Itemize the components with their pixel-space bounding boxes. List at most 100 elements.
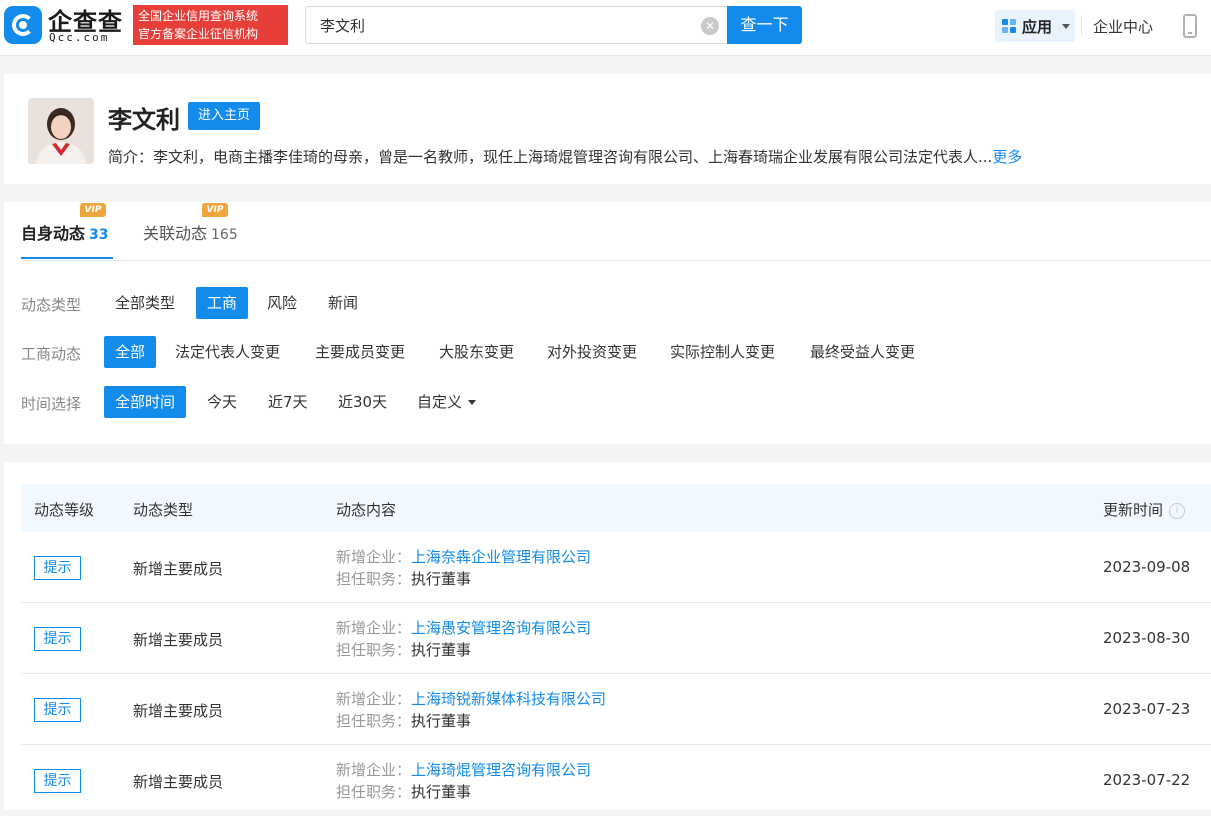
tab-count: 33 — [89, 227, 109, 243]
role-value: 执行董事 — [411, 570, 472, 588]
profile-card: 李文利 进入主页 简介：李文利，电商主播李佳琦的母亲，曾是一名教师，现任上海琦焜… — [4, 74, 1211, 184]
chip-investment-change[interactable]: 对外投资变更 — [536, 336, 648, 368]
col-level: 动态等级 — [34, 501, 95, 519]
row-date: 2023-07-23 — [1103, 700, 1191, 718]
chip-last-7-days[interactable]: 近7天 — [257, 386, 319, 418]
row-date: 2023-08-30 — [1103, 629, 1191, 647]
filter-label-type: 动态类型 — [21, 296, 82, 314]
qcc-logo-icon[interactable] — [4, 6, 42, 44]
tab-self-updates[interactable]: 自身动态 33 — [21, 220, 109, 244]
chevron-down-icon — [468, 400, 477, 405]
role-key: 担任职务： — [336, 570, 412, 588]
active-tab-indicator — [21, 257, 113, 259]
vip-badge: VIP — [202, 203, 228, 217]
chevron-down-icon — [1062, 24, 1070, 29]
filter-panel: 自身动态 33 VIP 关联动态 165 VIP 动态类型 全部类型 工商 风险 新… — [4, 202, 1211, 444]
chip-all-types[interactable]: 全部类型 — [104, 287, 186, 319]
mobile-phone-icon[interactable] — [1183, 14, 1197, 38]
vip-badge: VIP — [80, 203, 106, 217]
chip-beneficiary-change[interactable]: 最终受益人变更 — [799, 336, 926, 368]
company-key: 新增企业： — [336, 690, 412, 708]
row-type: 新增主要成员 — [133, 631, 224, 649]
table-header: 动态等级 动态类型 动态内容 更新时间 i — [21, 484, 1211, 532]
level-badge: 提示 — [34, 698, 81, 722]
col-update-time-label: 更新时间 — [1103, 501, 1164, 519]
role-key: 担任职务： — [336, 641, 412, 659]
intro-text: 简介：李文利，电商主播李佳琦的母亲，曾是一名教师，现任上海琦焜管理咨询有限公司、… — [108, 148, 993, 166]
row-type: 新增主要成员 — [133, 773, 224, 791]
top-navbar: 企查查 Qcc.com 全国企业信用查询系统 官方备案企业征信机构 ✕ 查一下 … — [0, 0, 1211, 56]
row-type: 新增主要成员 — [133, 560, 224, 578]
row-date: 2023-07-22 — [1103, 771, 1191, 789]
chip-major-shareholder-change[interactable]: 大股东变更 — [428, 336, 525, 368]
company-link[interactable]: 上海愚安管理咨询有限公司 — [411, 619, 591, 637]
role-value: 执行董事 — [411, 712, 472, 730]
chip-biz-all[interactable]: 全部 — [104, 336, 157, 368]
table-row[interactable]: 提示 新增主要成员 新增企业：上海琦焜管理咨询有限公司 担任职务：执行董事 20… — [21, 745, 1211, 816]
col-content: 动态内容 — [336, 501, 397, 519]
search-box: ✕ — [305, 6, 727, 44]
role-key: 担任职务： — [336, 783, 412, 801]
chip-custom-range[interactable]: 自定义 — [406, 386, 487, 418]
header-divider — [1081, 16, 1082, 36]
chip-all-time[interactable]: 全部时间 — [104, 386, 187, 418]
chip-risk[interactable]: 风险 — [256, 287, 308, 319]
level-badge: 提示 — [34, 627, 81, 651]
company-key: 新增企业： — [336, 761, 412, 779]
row-role-line: 担任职务：执行董事 — [336, 568, 471, 589]
role-value: 执行董事 — [411, 641, 472, 659]
role-value: 执行董事 — [411, 783, 472, 801]
slogan-line-2: 官方备案企业征信机构 — [138, 27, 259, 41]
filter-label-business: 工商动态 — [21, 345, 82, 363]
table-row[interactable]: 提示 新增主要成员 新增企业：上海愚安管理咨询有限公司 担任职务：执行董事 20… — [21, 603, 1211, 674]
tab-label: 自身动态 — [21, 224, 86, 243]
company-link[interactable]: 上海琦焜管理咨询有限公司 — [411, 761, 591, 779]
profile-intro: 简介：李文利，电商主播李佳琦的母亲，曾是一名教师，现任上海琦焜管理咨询有限公司、… — [108, 146, 1022, 167]
intro-more-link[interactable]: 更多 — [992, 148, 1022, 166]
search-button[interactable]: 查一下 — [727, 6, 802, 44]
row-company-line: 新增企业：上海奈犇企业管理有限公司 — [336, 546, 591, 567]
tab-divider — [21, 260, 1211, 261]
tab-count: 165 — [211, 227, 238, 243]
app-menu-label: 应用 — [1022, 18, 1053, 36]
chip-controller-change[interactable]: 实际控制人变更 — [659, 336, 786, 368]
custom-range-label: 自定义 — [417, 393, 463, 411]
chip-key-member-change[interactable]: 主要成员变更 — [304, 336, 416, 368]
tab-label: 关联动态 — [143, 224, 208, 243]
table-row[interactable]: 提示 新增主要成员 新增企业：上海奈犇企业管理有限公司 担任职务：执行董事 20… — [21, 532, 1211, 603]
logo-domain: Qcc.com — [49, 31, 110, 44]
slogan-line-1: 全国企业信用查询系统 — [138, 9, 259, 23]
go-homepage-button[interactable]: 进入主页 — [188, 102, 261, 130]
avatar — [28, 98, 94, 164]
row-company-line: 新增企业：上海琦焜管理咨询有限公司 — [336, 759, 591, 780]
chip-legal-rep-change[interactable]: 法定代表人变更 — [164, 336, 291, 368]
table-row[interactable]: 提示 新增主要成员 新增企业：上海琦锐新媒体科技有限公司 担任职务：执行董事 2… — [21, 674, 1211, 745]
row-role-line: 担任职务：执行董事 — [336, 781, 471, 802]
company-link[interactable]: 上海奈犇企业管理有限公司 — [411, 548, 591, 566]
row-date: 2023-09-08 — [1103, 558, 1191, 576]
company-key: 新增企业： — [336, 548, 412, 566]
company-link[interactable]: 上海琦锐新媒体科技有限公司 — [411, 690, 606, 708]
person-name: 李文利 — [108, 106, 180, 134]
row-role-line: 担任职务：执行董事 — [336, 710, 471, 731]
level-badge: 提示 — [34, 556, 81, 580]
tab-related-updates[interactable]: 关联动态 165 — [143, 220, 238, 244]
chip-business[interactable]: 工商 — [196, 287, 249, 319]
chip-last-30-days[interactable]: 近30天 — [327, 386, 398, 418]
search-input[interactable] — [320, 15, 680, 35]
chip-today[interactable]: 今天 — [196, 386, 248, 418]
app-menu-button[interactable]: 应用 — [995, 10, 1075, 42]
chip-news[interactable]: 新闻 — [317, 287, 369, 319]
app-grid-icon — [1002, 19, 1016, 33]
col-type: 动态类型 — [133, 501, 194, 519]
col-update-time: 更新时间 i — [1103, 499, 1186, 520]
company-key: 新增企业： — [336, 619, 412, 637]
info-icon[interactable]: i — [1169, 502, 1186, 519]
row-company-line: 新增企业：上海愚安管理咨询有限公司 — [336, 617, 591, 638]
row-type: 新增主要成员 — [133, 702, 224, 720]
level-badge: 提示 — [34, 769, 81, 793]
slogan-badge: 全国企业信用查询系统 官方备案企业征信机构 — [133, 5, 288, 45]
role-key: 担任职务： — [336, 712, 412, 730]
enterprise-center-link[interactable]: 企业中心 — [1093, 16, 1153, 37]
clear-icon[interactable]: ✕ — [701, 17, 719, 35]
